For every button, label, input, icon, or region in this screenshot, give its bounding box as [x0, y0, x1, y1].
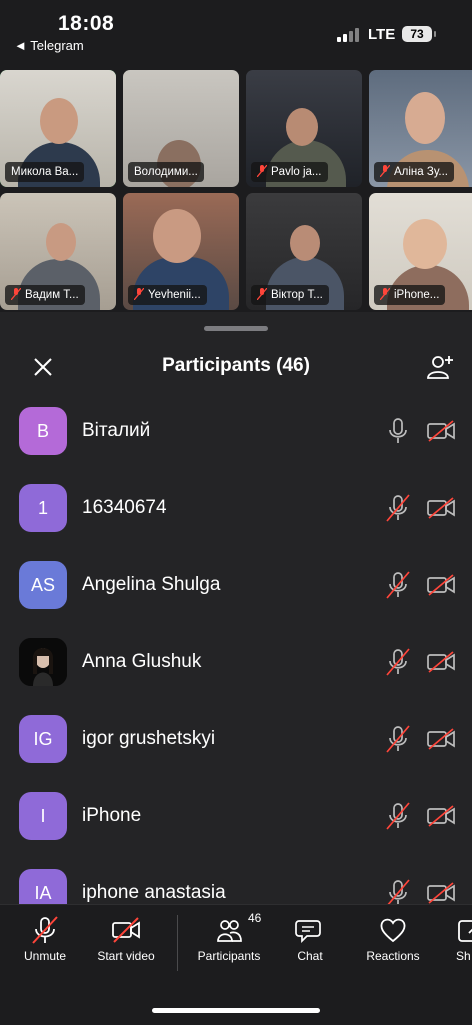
- participant-row[interactable]: AS Angelina Shulga: [0, 547, 472, 623]
- video-tile[interactable]: Віктор Т...: [246, 193, 362, 310]
- mic-muted-icon: [10, 287, 22, 301]
- video-tile[interactable]: Pavlo ja...: [246, 70, 362, 187]
- participant-name-label: Віктор Т...: [251, 285, 329, 305]
- avatar: [19, 638, 67, 686]
- back-to-telegram-link[interactable]: ◄ Telegram: [14, 38, 84, 53]
- start-video-label: Start video: [97, 949, 155, 963]
- participant-name: Angelina Shulga: [82, 574, 221, 595]
- chat-label: Chat: [297, 949, 323, 963]
- video-off-icon[interactable]: [427, 805, 455, 827]
- start-video-button[interactable]: Start video: [88, 915, 164, 975]
- video-tile[interactable]: iPhone...: [369, 193, 472, 310]
- participant-row[interactable]: I iPhone: [0, 778, 472, 854]
- participant-row[interactable]: IG igor grushetskyi: [0, 701, 472, 777]
- participant-row[interactable]: 1 16340674: [0, 470, 472, 546]
- share-button[interactable]: Sh: [450, 915, 472, 975]
- participant-row[interactable]: IA iphone anastasia: [0, 855, 472, 904]
- sheet-drag-handle[interactable]: [204, 326, 268, 331]
- participant-name: 16340674: [82, 497, 167, 518]
- reactions-button[interactable]: Reactions: [358, 915, 428, 975]
- mic-muted-icon[interactable]: [385, 802, 411, 830]
- mic-muted-icon: [133, 287, 145, 301]
- video-off-icon[interactable]: [427, 497, 455, 519]
- avatar: I: [19, 792, 67, 840]
- avatar: IG: [19, 715, 67, 763]
- video-tile[interactable]: Микола Ва...: [0, 70, 116, 187]
- mic-muted-icon: [379, 287, 391, 301]
- sheet-title: Participants (46): [162, 355, 310, 376]
- participants-count-badge: 46: [248, 911, 262, 925]
- chat-icon: [295, 920, 321, 944]
- home-indicator[interactable]: [152, 1008, 320, 1013]
- battery-icon: 73: [402, 26, 436, 42]
- participant-name: igor grushetskyi: [82, 728, 216, 749]
- video-off-icon[interactable]: [427, 574, 455, 596]
- video-grid: Микола Ва... Володими... Pavlo ja... Алі…: [0, 70, 472, 310]
- video-off-icon[interactable]: [427, 420, 455, 442]
- participant-name: iPhone: [82, 805, 142, 826]
- participant-name-label: Аліна Зу...: [374, 162, 455, 182]
- participant-row[interactable]: Anna Glushuk: [0, 624, 472, 700]
- signal-icon: [337, 28, 361, 42]
- participant-name: Anna Glushuk: [82, 651, 202, 672]
- meeting-toolbar: Unmute Start video Participants 46 Chat …: [0, 904, 472, 1025]
- participant-name: Віталий: [82, 420, 151, 441]
- mic-muted-icon[interactable]: [385, 725, 411, 753]
- video-off-icon[interactable]: [427, 882, 455, 904]
- participant-name-label: Yevhenii...: [128, 285, 207, 305]
- avatar: AS: [19, 561, 67, 609]
- video-tile[interactable]: Вадим Т...: [0, 193, 116, 310]
- mic-muted-icon[interactable]: [385, 494, 411, 522]
- participant-name-label: Володими...: [128, 162, 204, 182]
- participants-label: Participants: [197, 949, 261, 963]
- toolbar-divider: [177, 915, 178, 971]
- video-tile[interactable]: Володими...: [123, 70, 239, 187]
- unmute-button[interactable]: Unmute: [14, 915, 76, 975]
- participant-name: iphone anastasia: [82, 882, 226, 903]
- mic-muted-icon: [379, 164, 391, 178]
- status-bar: 18:08 ◄ Telegram LTE 73: [0, 0, 472, 62]
- heart-icon: [380, 918, 406, 943]
- avatar: В: [19, 407, 67, 455]
- participant-name-label: Pavlo ja...: [251, 162, 328, 182]
- reactions-label: Reactions: [366, 949, 420, 963]
- participant-row[interactable]: В Віталий: [0, 393, 472, 469]
- video-tile[interactable]: Аліна Зу...: [369, 70, 472, 187]
- mic-muted-icon[interactable]: [385, 879, 411, 904]
- chat-button[interactable]: Chat: [284, 915, 336, 975]
- avatar: 1: [19, 484, 67, 532]
- mic-muted-icon[interactable]: [385, 648, 411, 676]
- video-tile[interactable]: Yevhenii...: [123, 193, 239, 310]
- mic-icon[interactable]: [385, 417, 411, 445]
- mic-muted-icon: [256, 287, 268, 301]
- mic-muted-icon: [32, 916, 58, 944]
- share-label: Sh: [456, 949, 471, 963]
- participants-icon: [217, 920, 242, 942]
- mic-muted-icon: [256, 164, 268, 178]
- video-off-icon[interactable]: [427, 651, 455, 673]
- mic-muted-icon[interactable]: [385, 571, 411, 599]
- network-label: LTE: [368, 26, 396, 43]
- share-icon: [458, 920, 472, 942]
- participant-name-label: iPhone...: [374, 285, 446, 305]
- clock: 18:08: [58, 12, 115, 35]
- participant-name-label: Вадим Т...: [5, 285, 85, 305]
- video-off-icon: [112, 917, 140, 943]
- add-participant-icon[interactable]: [425, 352, 455, 382]
- participant-name-label: Микола Ва...: [5, 162, 85, 182]
- video-off-icon[interactable]: [427, 728, 455, 750]
- unmute-label: Unmute: [23, 949, 67, 963]
- avatar: IA: [19, 869, 67, 904]
